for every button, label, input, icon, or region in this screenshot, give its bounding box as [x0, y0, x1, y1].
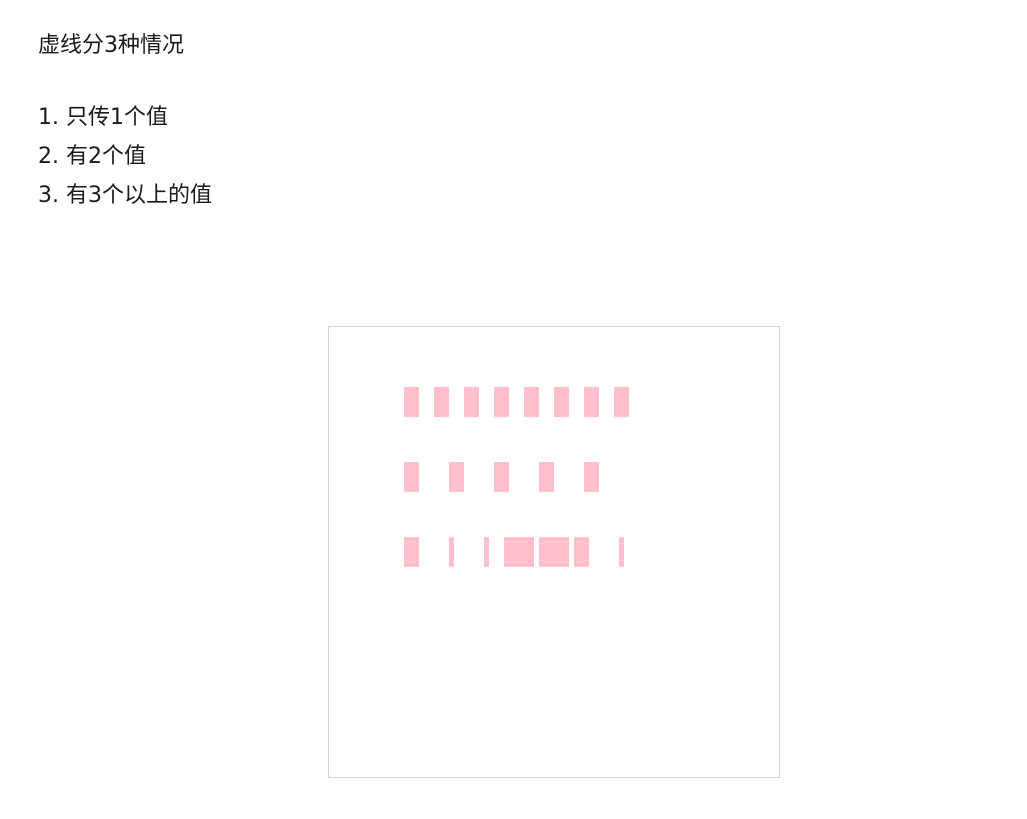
dash-line-one-value: [404, 387, 629, 417]
dash-segment: [484, 537, 489, 567]
dash-segment: [539, 537, 569, 567]
dash-segment: [584, 387, 599, 417]
dash-line-two-values: [404, 462, 599, 492]
dash-segment: [464, 387, 479, 417]
dash-segment: [554, 387, 569, 417]
dash-segment: [494, 462, 509, 492]
explanation-text: 虚线分3种情况 1. 只传1个值 2. 有2个值 3. 有3个以上的值: [38, 26, 212, 215]
dash-segment: [614, 387, 629, 417]
dash-segment: [449, 462, 464, 492]
dash-segment: [449, 537, 454, 567]
list-item-3: 3. 有3个以上的值: [38, 183, 212, 208]
dash-segment: [404, 537, 419, 567]
dash-segment: [494, 387, 509, 417]
dash-segment: [404, 387, 419, 417]
heading: 虚线分3种情况: [38, 33, 184, 58]
dash-segment: [619, 537, 624, 567]
dash-segment: [524, 387, 539, 417]
dash-segment: [584, 462, 599, 492]
list-item-1: 1. 只传1个值: [38, 105, 168, 130]
drawing-canvas: [328, 326, 780, 778]
dash-lines-svg: [404, 387, 629, 567]
dash-segment: [434, 387, 449, 417]
dash-segment: [404, 462, 419, 492]
dash-segment: [504, 537, 534, 567]
dash-segment: [539, 462, 554, 492]
dash-segment: [574, 537, 589, 567]
list-item-2: 2. 有2个值: [38, 144, 146, 169]
dash-line-three-plus-values: [404, 537, 624, 567]
